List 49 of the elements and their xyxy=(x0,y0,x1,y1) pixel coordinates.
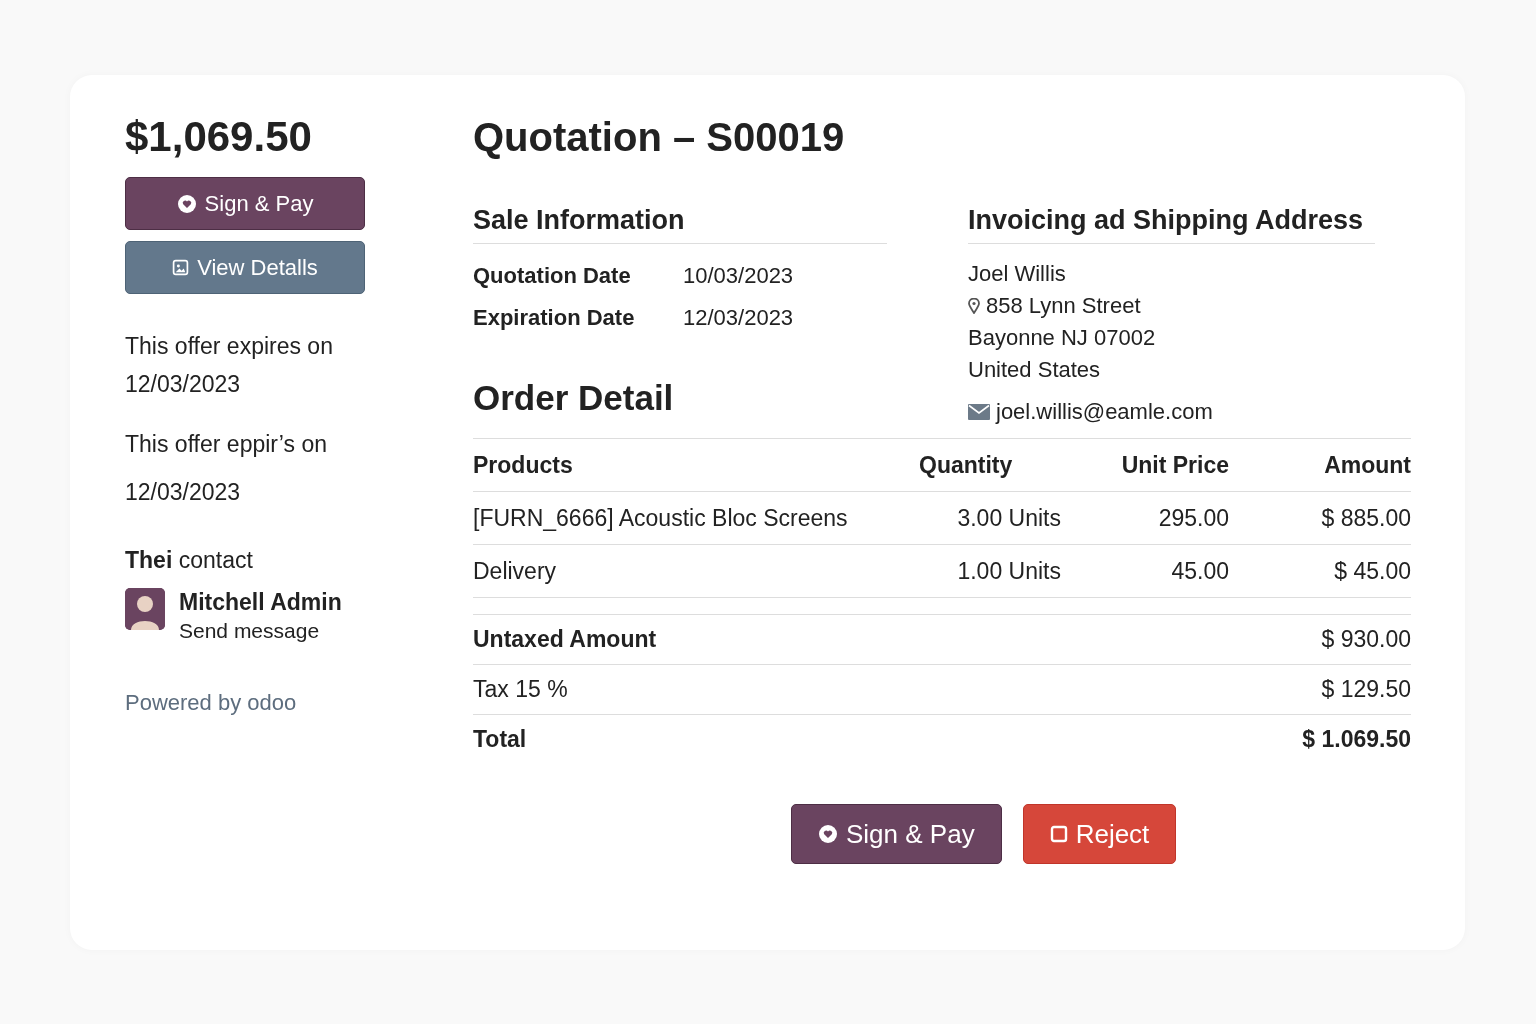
image-icon xyxy=(172,259,190,276)
section-heading: Sale Information xyxy=(473,203,887,244)
field-label: Expiration Date xyxy=(473,304,636,332)
expiry-note: This offer eppir’s on xyxy=(125,430,328,459)
email-link[interactable]: joel.willis@eamle.com xyxy=(996,396,1213,428)
order-detail-heading: Order Detail xyxy=(473,378,674,419)
table-cell: 45.00 xyxy=(1086,544,1229,598)
customer-name: Joel Willis xyxy=(968,260,1066,288)
expiry-date: 12/03/2023 xyxy=(125,478,242,507)
total-label: Total xyxy=(473,714,1086,764)
table-cell: 295.00 xyxy=(1086,491,1229,545)
expiry-note: This offer expires on xyxy=(125,332,334,361)
sign-pay-button[interactable]: Sign & Pay xyxy=(125,177,365,230)
total-value: $ 1.069.50 xyxy=(1086,714,1411,764)
column-header: Quantity xyxy=(919,438,1086,492)
total-label: Untaxed Amount xyxy=(473,614,1086,665)
country: United States xyxy=(968,356,1101,384)
field-value: 10/03/2023 xyxy=(683,262,795,290)
reject-button[interactable]: Reject xyxy=(1022,804,1177,864)
field-label: Quotation Date xyxy=(473,262,632,290)
total-value: $ 930.00 xyxy=(1086,614,1411,665)
table-cell: 1.00 Units xyxy=(919,544,1086,598)
contact-name: Mitchell Admin xyxy=(179,588,342,616)
table-cell: [FURN_6666] Acoustic Bloc Screens xyxy=(473,491,919,545)
table-cell: 3.00 Units xyxy=(919,491,1086,545)
total-value: $ 129.50 xyxy=(1086,664,1411,715)
send-message-link[interactable]: Send message xyxy=(179,616,342,646)
quotation-title: Quotation – S00019 xyxy=(473,114,846,161)
column-header: Products xyxy=(473,438,919,492)
street-address: 858 Lynn Street xyxy=(986,292,1141,320)
column-header: Amount xyxy=(1229,438,1411,492)
expiry-date: 12/03/2023 xyxy=(125,370,242,399)
table-cell: $ 45.00 xyxy=(1229,544,1411,598)
contact-heading: Thei contact xyxy=(125,547,254,574)
powered-by-link[interactable]: Powered by odoo xyxy=(125,690,365,716)
total-amount: $1,069.50 xyxy=(125,113,313,161)
table-cell: Delivery xyxy=(473,544,919,598)
envelope-icon xyxy=(968,404,990,420)
total-label: Tax 15 % xyxy=(473,664,1086,715)
section-heading: Invoicing ad Shipping Address xyxy=(968,203,1375,244)
city-address: Bayonne NJ 07002 xyxy=(968,324,1156,352)
view-details-button[interactable]: View Detalls xyxy=(125,241,365,294)
field-value: 12/03/2023 xyxy=(683,304,795,332)
pin-icon xyxy=(968,298,980,314)
avatar xyxy=(125,588,165,630)
square-icon xyxy=(1049,825,1068,843)
column-header: Unit Price xyxy=(1086,438,1229,492)
table-cell: $ 885.00 xyxy=(1229,491,1411,545)
sign-pay-button[interactable]: Sign & Pay xyxy=(791,804,1002,864)
